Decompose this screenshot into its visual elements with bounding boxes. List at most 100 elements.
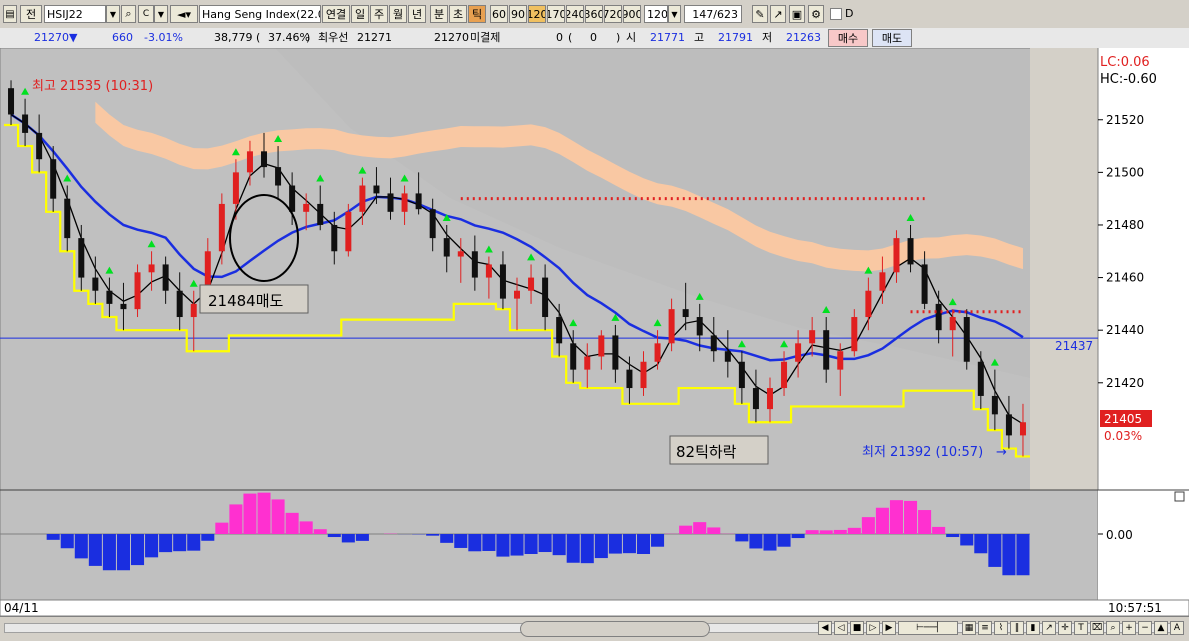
tick-value-720[interactable]: 720: [604, 5, 622, 23]
candle-body: [430, 209, 436, 238]
candle-body: [163, 264, 169, 290]
oscillator-bar: [496, 534, 509, 557]
trend-icon[interactable]: ↗: [1042, 621, 1056, 635]
period-button-week[interactable]: 주: [370, 5, 388, 23]
low-price: 21263: [786, 30, 821, 46]
right-blank-area: [1030, 48, 1098, 490]
next-icon[interactable]: ▷: [866, 621, 880, 635]
candle-body: [753, 388, 759, 409]
unfilled-diff: 0: [590, 30, 597, 46]
oscillator-bar: [342, 534, 355, 542]
oscillator-bar: [763, 534, 776, 551]
candle-icon[interactable]: ‖: [1010, 621, 1024, 635]
scroll-thumb[interactable]: [520, 621, 710, 637]
gear-icon[interactable]: ⚙: [808, 5, 824, 23]
zoom-slider[interactable]: ⊢──┤: [898, 621, 958, 635]
oscillator-bar: [159, 534, 172, 552]
period-button-minute[interactable]: 분: [430, 5, 448, 23]
tick-value-360[interactable]: 360: [585, 5, 603, 23]
tick-value-60[interactable]: 60: [490, 5, 508, 23]
tick-value-170[interactable]: 170: [547, 5, 565, 23]
oscillator-bar: [468, 534, 481, 551]
magnify-icon[interactable]: ⌕: [1106, 621, 1120, 635]
status-bar: 21270▼ 660 -3.01% 38,779 ( 37.46% ) 최우선 …: [0, 28, 1189, 49]
first-page-icon[interactable]: ◀: [818, 621, 832, 635]
sound-icon[interactable]: ◄▾: [170, 5, 198, 23]
zoom-out-icon[interactable]: −: [1138, 621, 1152, 635]
list-icon[interactable]: ≡: [978, 621, 992, 635]
candle-body: [809, 330, 815, 343]
last-page-icon[interactable]: ▶: [882, 621, 896, 635]
candle-body: [331, 225, 337, 251]
annotation-drop-text: 82틱하락: [676, 443, 737, 461]
sell-button[interactable]: 매도: [872, 29, 912, 47]
period-button-tick[interactable]: 틱: [468, 5, 486, 23]
tick-value-120[interactable]: 120: [528, 5, 546, 23]
oscillator-bar: [623, 534, 636, 553]
tick-select[interactable]: 120: [644, 5, 668, 23]
oscillator-bar: [876, 508, 889, 534]
candle-body: [542, 278, 548, 317]
oscillator-bar: [539, 534, 552, 552]
stop-icon[interactable]: ■: [850, 621, 864, 635]
oscillator-bar: [707, 527, 720, 534]
chevron-down-icon[interactable]: ▼: [668, 5, 681, 23]
oscillator-bar: [988, 534, 1001, 567]
oscillator-bar: [314, 529, 327, 534]
candle-body: [978, 362, 984, 396]
candle-body: [865, 291, 871, 317]
scroll-bar[interactable]: ◀ ◁ ■ ▷ ▶ ⊢──┤ ▦ ≡ ⌇ ‖ ▮ ↗ ✛ T ⌧ ⌕ + − ▲…: [0, 616, 1189, 641]
prev-icon[interactable]: ◁: [834, 621, 848, 635]
menu-icon[interactable]: ▤: [3, 5, 17, 23]
candle-body: [289, 186, 295, 212]
period-button-second[interactable]: 초: [449, 5, 467, 23]
tick-value-900[interactable]: 900: [623, 5, 641, 23]
up-icon[interactable]: ▲: [1154, 621, 1168, 635]
candle-body: [359, 186, 365, 212]
candle-body: [697, 317, 703, 335]
chevron-down-icon[interactable]: ▼: [106, 5, 120, 23]
display-checkbox[interactable]: [830, 8, 842, 20]
period-button-day[interactable]: 일: [351, 5, 369, 23]
symbol-input[interactable]: HSIJ22: [44, 5, 106, 23]
candle-body: [739, 362, 745, 388]
zoom-in-icon[interactable]: +: [1122, 621, 1136, 635]
annotation-sell-text: 21484매도: [208, 292, 284, 310]
candle-body: [373, 186, 379, 194]
oscillator-bar: [426, 534, 439, 536]
candle-body: [120, 304, 126, 309]
oscillator-bar: [778, 534, 791, 547]
panel-toggle-icon[interactable]: [1175, 492, 1184, 501]
search-icon[interactable]: ⌕: [121, 5, 136, 23]
y-tick-label: 21420: [1106, 376, 1144, 390]
period-button-linked[interactable]: 연결: [322, 5, 350, 23]
price-chart[interactable]: 214202144021460214802150021520 LC:0.06 H…: [0, 48, 1189, 616]
candle-body: [106, 291, 112, 304]
bar-icon[interactable]: ▮: [1026, 621, 1040, 635]
paren-open: (: [568, 30, 572, 46]
chevron-down-icon[interactable]: ▼: [154, 5, 168, 23]
buy-button[interactable]: 매수: [828, 29, 868, 47]
period-button-year[interactable]: 년: [408, 5, 426, 23]
grid-icon[interactable]: ▦: [962, 621, 976, 635]
save-icon[interactable]: ▣: [789, 5, 805, 23]
candle-body: [416, 193, 422, 209]
oscillator-bar: [173, 534, 186, 551]
tick-value-240[interactable]: 240: [566, 5, 584, 23]
period-button-month[interactable]: 월: [389, 5, 407, 23]
draw-tool-icon[interactable]: ✎: [752, 5, 768, 23]
oscillator-bar: [89, 534, 102, 566]
tick-value-90[interactable]: 90: [509, 5, 527, 23]
line-icon[interactable]: ⌇: [994, 621, 1008, 635]
candle-body: [683, 309, 689, 317]
text-icon[interactable]: T: [1074, 621, 1088, 635]
chart-tool-icon[interactable]: ↗: [770, 5, 786, 23]
mode-button[interactable]: 전: [20, 5, 42, 23]
cross-icon[interactable]: ✛: [1058, 621, 1072, 635]
candle-body: [191, 304, 197, 317]
oscillator-bar: [201, 534, 214, 541]
copy-icon[interactable]: C: [138, 5, 154, 23]
oscillator-bar: [145, 534, 158, 557]
font-icon[interactable]: A: [1170, 621, 1184, 635]
lock-icon[interactable]: ⌧: [1090, 621, 1104, 635]
